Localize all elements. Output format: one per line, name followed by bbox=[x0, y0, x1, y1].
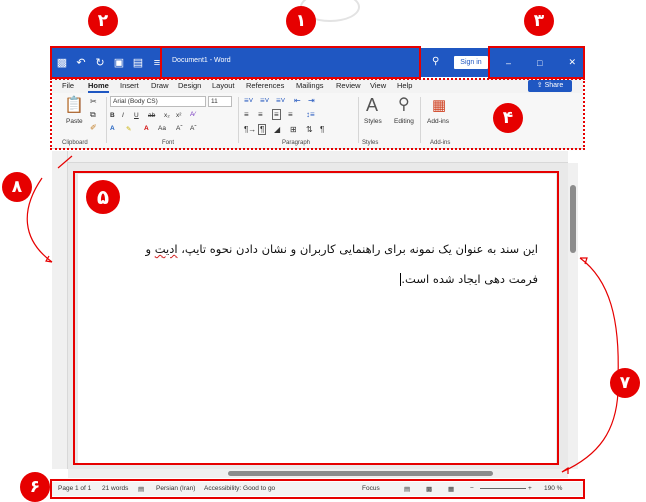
vertical-ruler[interactable] bbox=[52, 151, 68, 469]
search-icon[interactable]: ⚲ bbox=[432, 56, 439, 67]
vertical-scroll-thumb[interactable] bbox=[570, 185, 576, 253]
badge-5: ۵ bbox=[86, 180, 120, 214]
sign-in-button[interactable]: Sign in bbox=[454, 56, 488, 69]
scroll-arrowhead-up bbox=[580, 257, 588, 265]
badge-1: ۱ bbox=[286, 6, 316, 36]
annotation-frame-qat bbox=[50, 46, 162, 79]
annotation-frame-titlebar bbox=[160, 46, 421, 79]
annotation-frame-document bbox=[73, 171, 559, 465]
tutorial-screenshot: ▩ ↶ ↻ ▣ ▤ ≡ Document1 - Word ⚲ Sign in –… bbox=[0, 0, 646, 502]
scroll-arrow-up bbox=[579, 257, 619, 379]
badge-7: ۷ bbox=[610, 368, 640, 398]
horizontal-scroll-thumb[interactable] bbox=[228, 471, 493, 476]
badge-6: ۶ bbox=[20, 472, 50, 502]
badge-4: ۴ bbox=[493, 103, 523, 133]
annotation-frame-status bbox=[50, 479, 585, 499]
horizontal-scrollbar[interactable] bbox=[68, 469, 568, 478]
horizontal-ruler[interactable] bbox=[68, 151, 568, 163]
vertical-scrollbar[interactable] bbox=[568, 163, 578, 469]
badge-2: ۲ bbox=[88, 6, 118, 36]
badge-8: ۸ bbox=[2, 172, 32, 202]
badge-3: ۳ bbox=[524, 6, 554, 36]
annotation-frame-window-controls bbox=[488, 46, 585, 79]
